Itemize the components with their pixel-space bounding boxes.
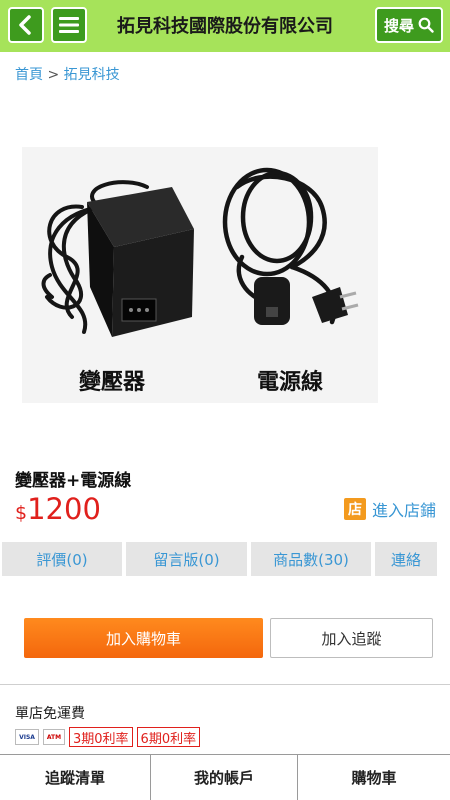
product-name: 變壓器+電源線 bbox=[15, 471, 132, 491]
breadcrumb-current[interactable]: 拓見科技 bbox=[64, 67, 120, 83]
tab-contact[interactable]: 連絡 bbox=[375, 542, 437, 576]
store-tabs: 評價(0) 留言版(0) 商品數(30) 連絡 bbox=[0, 542, 450, 576]
chevron-left-icon bbox=[19, 15, 31, 35]
enter-store-label: 進入店鋪 bbox=[371, 501, 436, 520]
add-to-watchlist-button[interactable]: 加入追蹤 bbox=[270, 618, 433, 658]
enter-store-link[interactable]: 店 進入店鋪 bbox=[343, 497, 436, 521]
free-shipping-note: 單店免運費 bbox=[15, 706, 85, 722]
menu-button[interactable] bbox=[51, 7, 87, 43]
tab-product-count[interactable]: 商品數(30) bbox=[251, 542, 371, 576]
image-caption-right: 電源線 bbox=[257, 369, 323, 395]
atm-card-icon: ATM bbox=[43, 729, 65, 745]
product-price: $1200 bbox=[15, 492, 101, 526]
tab-reviews[interactable]: 評價(0) bbox=[2, 542, 122, 576]
add-to-cart-button[interactable]: 加入購物車 bbox=[24, 618, 263, 658]
search-button[interactable]: 搜尋 bbox=[375, 7, 443, 43]
tab-guestbook[interactable]: 留言版(0) bbox=[126, 542, 247, 576]
search-label: 搜尋 bbox=[383, 16, 414, 35]
search-icon bbox=[418, 17, 434, 33]
installment-badge-6: 6期0利率 bbox=[136, 727, 201, 747]
nav-cart[interactable]: 購物車 bbox=[298, 755, 450, 800]
section-divider bbox=[0, 684, 450, 685]
nav-watchlist[interactable]: 追蹤清單 bbox=[0, 755, 150, 800]
breadcrumb: 首頁 > 拓見科技 bbox=[15, 64, 120, 84]
price-currency: $ bbox=[15, 502, 28, 524]
visa-card-icon: VISA bbox=[15, 729, 39, 745]
page-title: 拓見科技國際股份有限公司 bbox=[117, 16, 333, 37]
image-caption-left: 變壓器 bbox=[79, 369, 146, 395]
store-icon: 店 bbox=[343, 498, 366, 520]
installment-badge-3: 3期0利率 bbox=[69, 727, 133, 747]
breadcrumb-home[interactable]: 首頁 bbox=[15, 67, 43, 83]
hamburger-icon bbox=[59, 17, 79, 33]
back-button[interactable] bbox=[8, 7, 44, 43]
product-image: 變壓器 電源線 bbox=[22, 147, 378, 403]
breadcrumb-separator: > bbox=[47, 67, 60, 83]
payment-options: VISA ATM 3期0利率 6期0利率 bbox=[15, 727, 201, 747]
price-value: 1200 bbox=[27, 492, 101, 526]
top-bar: 拓見科技國際股份有限公司 搜尋 bbox=[0, 0, 450, 52]
bottom-nav: 追蹤清單 我的帳戶 購物車 bbox=[0, 754, 450, 800]
nav-my-account[interactable]: 我的帳戶 bbox=[151, 755, 297, 800]
